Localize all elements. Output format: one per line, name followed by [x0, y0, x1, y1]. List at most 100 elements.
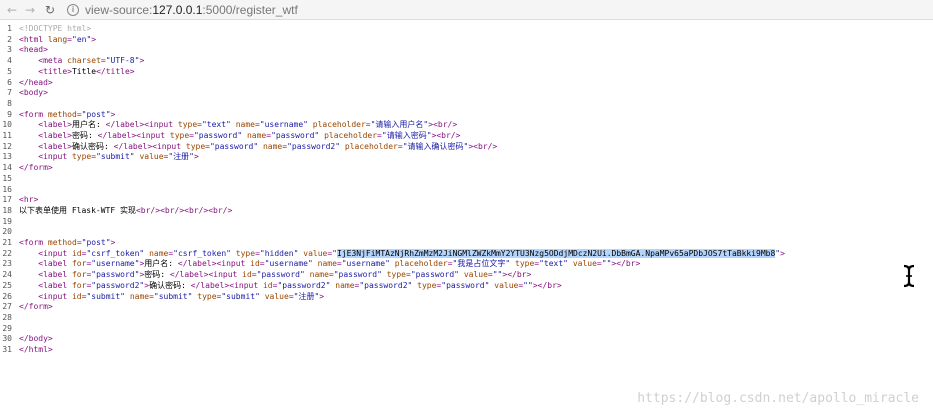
source-token: <label	[38, 259, 72, 269]
source-token: "submit"	[86, 291, 125, 301]
source-view[interactable]: 1 2 3 4 5 6 7 8 9 10 11 12 13 14 15 16 17 18 19 20 21 22 23 24 2…	[0, 22, 933, 416]
source-line: <!DOCTYPE html>	[19, 24, 91, 35]
source-token: "我是占位文字"	[452, 259, 511, 269]
source-token: type	[71, 152, 92, 162]
source-line: <meta charset="UTF-8">	[19, 56, 144, 67]
source-token: name	[129, 291, 150, 301]
source-token: ></br>	[611, 259, 641, 269]
source-token: type	[235, 248, 256, 258]
address-bar[interactable]: i view-source:127.0.0.1:5000/register_wt…	[67, 3, 298, 17]
source-token: "username"	[264, 259, 313, 269]
source-token: "password"	[256, 270, 305, 280]
line-number: 5	[7, 66, 12, 76]
line-number: 31	[2, 345, 12, 354]
source-line: <input type="submit" value="注册">	[19, 152, 199, 163]
source-token: </label><input	[97, 131, 170, 140]
source-line: <input id="submit" name="submit" type="s…	[19, 292, 324, 303]
line-number: 11	[2, 131, 12, 140]
line-number: 24	[2, 270, 12, 280]
source-token: Title	[71, 66, 97, 76]
source-token: "password2"	[359, 280, 413, 290]
source-token: <!DOCTYPE html>	[19, 24, 92, 33]
line-number: 3	[7, 45, 12, 55]
source-token: value	[463, 270, 488, 280]
source-token: placeholder	[394, 259, 448, 269]
source-token: "请输入确认密码"	[402, 141, 469, 151]
line-number: 2	[7, 34, 12, 44]
source-token: "en"	[72, 34, 92, 44]
source-token: value	[139, 152, 164, 162]
source-token: >	[780, 248, 785, 258]
line-number: 27	[2, 302, 12, 312]
source-line: </html>	[19, 345, 53, 356]
line-number: 15	[2, 173, 12, 183]
source-line: <input id="csrf_token" name="csrf_token"…	[19, 248, 785, 260]
line-number: 22	[2, 248, 12, 258]
source-token: <label>	[38, 141, 72, 151]
source-token: </label><input	[105, 120, 178, 130]
source-token: "submit"	[153, 291, 193, 301]
source-token	[19, 292, 38, 301]
source-token: </label><input	[190, 280, 263, 290]
text-cursor-icon	[903, 264, 915, 288]
source-token: id	[242, 270, 252, 280]
url-prefix: view-source:	[85, 2, 153, 17]
watermark: https://blog.csdn.net/apollo_miracle	[637, 391, 919, 406]
source-token: "UTF-8"	[105, 56, 140, 66]
source-token: "password2"	[91, 280, 145, 290]
forward-button[interactable]: →	[21, 1, 39, 19]
source-token: "password"	[441, 280, 490, 290]
line-number: 30	[2, 334, 12, 344]
source-token: ></br>	[532, 280, 562, 290]
back-button[interactable]: ←	[3, 1, 21, 19]
source-line: <title>Title</title>	[19, 66, 134, 78]
source-token: type	[177, 120, 198, 130]
source-line: <label for="password">密码: </label><input…	[19, 270, 531, 281]
source-token: name	[317, 259, 337, 269]
source-token: ""	[523, 280, 533, 290]
source-token: "csrf_token"	[173, 248, 231, 258]
source-token: ><br/>	[431, 131, 461, 140]
source-token: "password"	[91, 270, 140, 280]
source-token: >	[194, 152, 199, 162]
source-token: "username"	[259, 120, 308, 130]
source-token: </form>	[19, 302, 53, 312]
line-number: 29	[2, 323, 12, 333]
source-line: </head>	[19, 78, 53, 89]
source-token: type	[185, 141, 206, 151]
source-token: type	[515, 259, 535, 269]
reload-button[interactable]: ↻	[41, 1, 59, 19]
source-token	[19, 270, 38, 279]
source-token: >	[139, 56, 145, 66]
url-text: view-source:127.0.0.1:5000/register_wtf	[85, 3, 298, 17]
source-token: "submit"	[96, 152, 135, 162]
source-token: "password"	[333, 270, 382, 280]
source-token: for	[71, 280, 87, 290]
source-token: value	[494, 280, 519, 290]
url-path: :5000/register_wtf	[202, 2, 298, 17]
source-token: id	[250, 259, 260, 269]
source-token: >	[110, 109, 116, 119]
line-number: 19	[2, 216, 12, 226]
source-token: charset	[67, 56, 101, 66]
source-line: </form>	[19, 163, 53, 174]
source-line: <label for="password2">确认密码: </label><in…	[19, 280, 562, 292]
source-token: 密码:	[144, 270, 170, 280]
source-token	[19, 131, 38, 140]
source-token: </head>	[19, 77, 53, 87]
line-number: 7	[7, 88, 12, 98]
line-number: 14	[2, 163, 12, 173]
source-token: name	[149, 248, 169, 258]
source-token: type	[386, 270, 406, 280]
source-token: >	[110, 238, 116, 247]
source-line: <label>用户名: </label><input type="text" n…	[19, 120, 457, 131]
source-token: name	[335, 280, 355, 290]
source-token: name	[309, 270, 329, 280]
source-token: "hidden"	[259, 248, 299, 258]
info-icon[interactable]: i	[67, 3, 79, 16]
source-token	[19, 281, 38, 290]
source-token: <html	[19, 34, 48, 44]
source-token: type	[197, 291, 217, 301]
source-token: <input	[38, 152, 72, 162]
line-number: 26	[2, 291, 12, 301]
